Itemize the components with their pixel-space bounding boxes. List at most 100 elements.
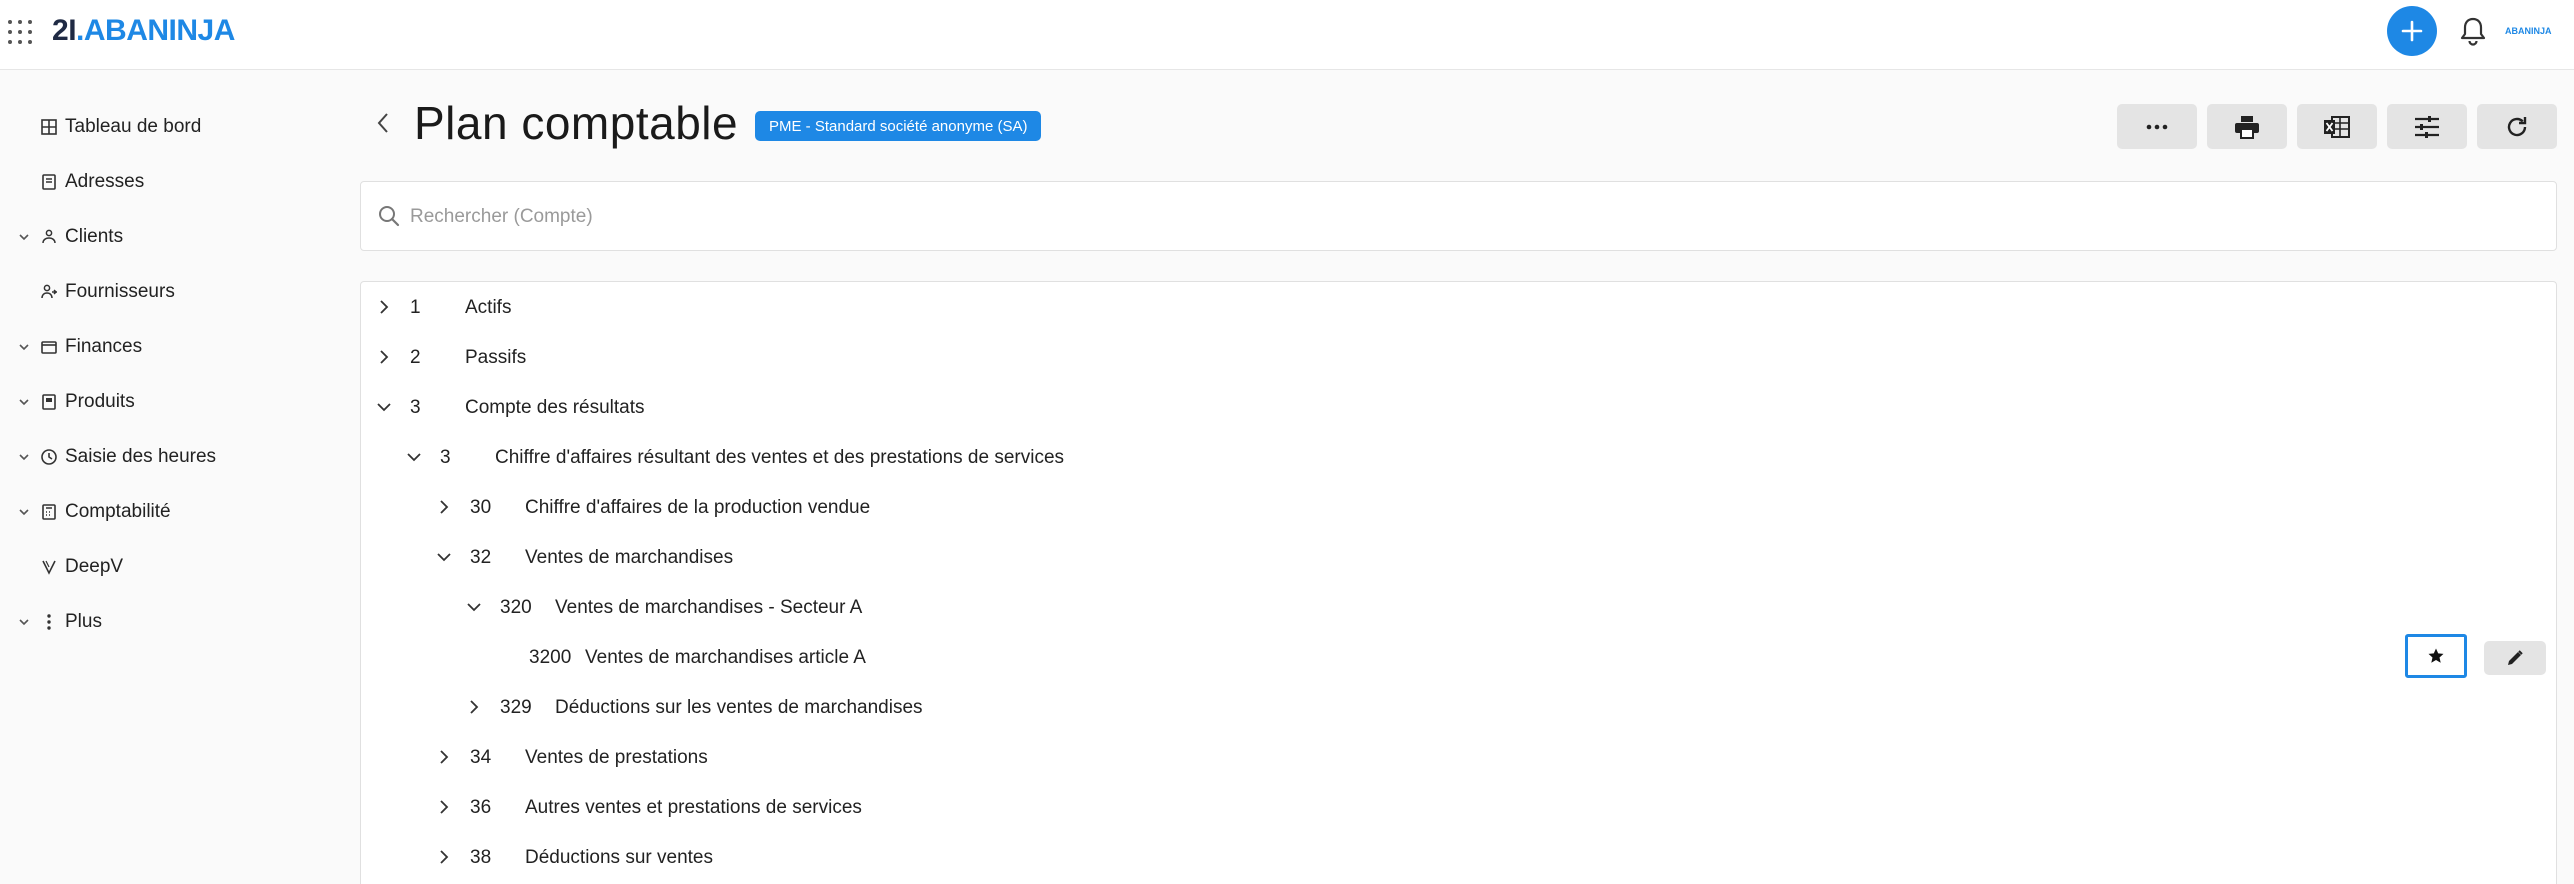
sidebar-item-label: Produits xyxy=(65,391,135,412)
filter-settings-icon xyxy=(2415,115,2439,138)
sidebar-item-saisie-des-heures[interactable]: Saisie des heures xyxy=(0,437,340,477)
account-number: 3200 xyxy=(529,647,572,668)
tree-row[interactable]: 3200 Ventes de marchandises article A xyxy=(361,632,2556,682)
deepv-icon xyxy=(42,560,56,575)
address-book-icon xyxy=(42,174,56,190)
sidebar-item-label: Tableau de bord xyxy=(65,116,202,137)
chevron-down-icon[interactable] xyxy=(465,598,483,616)
account-name: Ventes de prestations xyxy=(525,747,708,768)
sidebar-item-label: Saisie des heures xyxy=(65,446,217,467)
print-button[interactable] xyxy=(2207,104,2287,149)
app-grid-icon[interactable] xyxy=(7,19,33,45)
wallet-icon xyxy=(41,341,57,354)
search-input[interactable] xyxy=(410,200,2510,234)
sidebar: Tableau de bord Adresses Clients Fournis… xyxy=(0,71,340,884)
chevron-right-icon[interactable] xyxy=(435,848,453,866)
sidebar-item-adresses[interactable]: Adresses xyxy=(0,162,340,202)
tree-row[interactable]: 36 Autres ventes et prestations de servi… xyxy=(361,782,2556,832)
sidebar-item-finances[interactable]: Finances xyxy=(0,327,340,367)
chevron-down-icon xyxy=(19,509,29,516)
sidebar-item-tableau-de-bord[interactable]: Tableau de bord xyxy=(0,107,340,147)
sidebar-item-label: Fournisseurs xyxy=(65,281,175,302)
account-number: 32 xyxy=(470,547,492,568)
chevron-right-icon[interactable] xyxy=(465,698,483,716)
account-name: Chiffre d'affaires de la production vend… xyxy=(525,497,871,518)
sidebar-item-deepv[interactable]: DeepV xyxy=(0,547,340,587)
logo-dot: . xyxy=(76,14,84,47)
sidebar-item-fournisseurs[interactable]: Fournisseurs xyxy=(0,272,340,312)
chevron-down-icon xyxy=(19,619,29,626)
chart-of-accounts-badge[interactable]: PME - Standard société anonyme (SA) xyxy=(755,111,1042,141)
account-name: Ventes de marchandises - Secteur A xyxy=(555,597,863,618)
chevron-down-icon xyxy=(19,399,29,406)
account-number: 2 xyxy=(410,347,421,368)
chevron-right-icon[interactable] xyxy=(375,298,393,316)
tree-row[interactable]: 34 Ventes de prestations xyxy=(361,732,2556,782)
account-number: 3 xyxy=(440,447,451,468)
back-chevron-icon[interactable] xyxy=(372,110,394,136)
account-name: Chiffre d'affaires résultant des ventes … xyxy=(495,447,1065,468)
tree-row[interactable]: 38 Déductions sur ventes xyxy=(361,832,2556,882)
more-actions-button[interactable] xyxy=(2117,104,2197,149)
account-number: 38 xyxy=(470,847,492,868)
star-icon xyxy=(2428,648,2444,663)
tree-row[interactable]: 30 Chiffre d'affaires de la production v… xyxy=(361,482,2556,532)
logo-mark: I xyxy=(68,14,77,47)
chevron-down-icon xyxy=(19,234,29,241)
sidebar-item-label: DeepV xyxy=(65,556,124,577)
account-name: Passifs xyxy=(465,347,527,368)
account-name: Ventes de marchandises xyxy=(525,547,734,568)
refresh-button[interactable] xyxy=(2477,104,2557,149)
plus-icon xyxy=(2401,20,2423,42)
account-number: 30 xyxy=(470,497,492,518)
add-button[interactable] xyxy=(2387,6,2437,56)
abaninja-logo[interactable]: 2 I. ABANINJA xyxy=(52,14,235,48)
account-name: Ventes de marchandises article A xyxy=(585,647,866,668)
tree-row[interactable]: 2 Passifs xyxy=(361,332,2556,382)
account-number: 1 xyxy=(410,297,421,318)
account-number: 34 xyxy=(470,747,492,768)
chevron-down-icon[interactable] xyxy=(405,448,423,466)
sidebar-item-plus[interactable]: Plus xyxy=(0,602,340,642)
tree-row[interactable]: 1 Actifs xyxy=(361,282,2556,332)
account-name: Déductions sur les ventes de marchandise… xyxy=(555,697,923,718)
export-excel-button[interactable] xyxy=(2297,104,2377,149)
sidebar-item-produits[interactable]: Produits xyxy=(0,382,340,422)
tree-row[interactable]: 320 Ventes de marchandises - Secteur A xyxy=(361,582,2556,632)
notification-bell-icon[interactable] xyxy=(2459,16,2487,46)
sidebar-item-comptabilite[interactable]: Comptabilité xyxy=(0,492,340,532)
more-vertical-icon xyxy=(47,614,51,630)
sidebar-item-label: Clients xyxy=(65,226,124,247)
tree-row[interactable]: 3 Chiffre d'affaires résultant des vente… xyxy=(361,432,2556,482)
filter-settings-button[interactable] xyxy=(2387,104,2467,149)
chevron-right-icon[interactable] xyxy=(435,498,453,516)
account-number: 329 xyxy=(500,697,532,718)
product-icon xyxy=(42,394,56,410)
favorite-button[interactable] xyxy=(2405,634,2467,678)
page-title: Plan comptable xyxy=(414,97,739,149)
search-bar xyxy=(360,181,2557,251)
search-icon xyxy=(379,206,400,227)
tree-row[interactable]: 329 Déductions sur les ventes de marchan… xyxy=(361,682,2556,732)
logo-text: ABANINJA xyxy=(83,14,236,47)
account-name: Autres ventes et prestations de services xyxy=(525,797,862,818)
chevron-right-icon[interactable] xyxy=(435,798,453,816)
clock-icon xyxy=(41,449,57,465)
sidebar-item-clients[interactable]: Clients xyxy=(0,217,340,257)
chevron-right-icon[interactable] xyxy=(375,348,393,366)
top-bar: 2 I. ABANINJA ABANINJA xyxy=(0,0,2574,70)
chevron-down-icon[interactable] xyxy=(435,548,453,566)
account-logo[interactable]: ABANINJA xyxy=(2505,26,2552,36)
edit-button[interactable] xyxy=(2484,641,2546,675)
sidebar-item-label: Finances xyxy=(65,336,143,357)
account-number: 3 xyxy=(410,397,421,418)
dashboard-icon xyxy=(41,119,57,135)
tree-row[interactable]: 3 Compte des résultats xyxy=(361,382,2556,432)
chevron-down-icon[interactable] xyxy=(375,398,393,416)
refresh-icon xyxy=(2507,116,2527,136)
chevron-right-icon[interactable] xyxy=(435,748,453,766)
chevron-down-icon xyxy=(19,344,29,351)
edit-icon xyxy=(2508,650,2523,665)
tree-row[interactable]: 32 Ventes de marchandises xyxy=(361,532,2556,582)
more-icon xyxy=(2146,124,2168,129)
